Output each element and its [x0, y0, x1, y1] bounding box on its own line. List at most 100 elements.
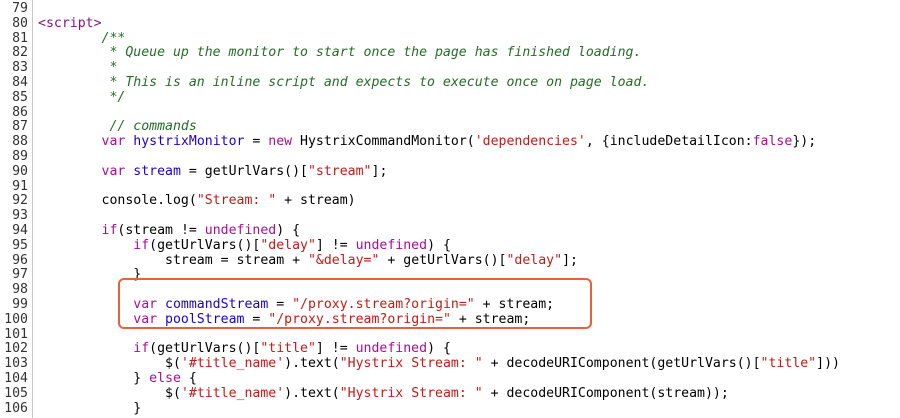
code-text: } — [38, 267, 141, 283]
code-text: */ — [38, 90, 125, 106]
code-token: } — [133, 371, 150, 386]
code-token: "Hystrix Stream: " — [339, 385, 483, 401]
code-line: 86 — [0, 104, 900, 121]
code-token: var — [101, 134, 134, 150]
code-line: 100 var poolStream = "/proxy.stream?orig… — [0, 311, 900, 328]
code-token: $( — [165, 356, 181, 372]
code-line: 102 if(getUrlVars()["title"] != undefine… — [0, 341, 900, 357]
code-text: var commandStream = "/proxy.stream?origi… — [38, 297, 554, 313]
code-token: var — [133, 297, 166, 312]
code-token: poolStream — [165, 311, 245, 327]
code-token: = — [244, 134, 269, 150]
code-token: + stream; — [450, 311, 531, 327]
line-number: 82 — [12, 45, 28, 61]
code-token: "&delay=" — [307, 252, 380, 268]
line-number: 79 — [12, 1, 28, 16]
code-line: 83 * — [0, 60, 900, 76]
code-token: "stream" — [307, 163, 372, 179]
code-token: ).text( — [284, 356, 340, 372]
code-token: + decodeURIComponent(getUrlVars()[ — [482, 356, 761, 372]
code-token: "/proxy.stream?origin=" — [292, 297, 475, 312]
code-line: 84 * This is an inline script and expect… — [0, 75, 900, 91]
code-token: <script> — [38, 15, 102, 31]
line-number: 99 — [12, 297, 28, 312]
code-token: + decodeURIComponent(stream) — [482, 385, 713, 401]
code-token: ] != — [315, 341, 356, 357]
code-token: ]; — [562, 252, 578, 268]
line-number: 105 — [4, 385, 28, 401]
code-token: "delay" — [260, 237, 316, 253]
line-number: 104 — [4, 371, 28, 386]
code-token: ) { — [427, 341, 451, 357]
code-token: 'dependencies' — [474, 134, 586, 150]
code-text: /** — [38, 31, 126, 47]
line-number: 96 — [12, 252, 28, 268]
code-token: stream — [133, 163, 181, 179]
code-line: 91 — [0, 178, 900, 195]
code-text: if(getUrlVars()["delay"] != undefined) { — [38, 237, 451, 254]
code-line: 106 } — [0, 400, 900, 417]
code-token: * — [109, 60, 118, 76]
code-token: else — [149, 371, 181, 386]
code-text: var poolStream = "/proxy.stream?origin="… — [38, 311, 531, 328]
line-number: 93 — [12, 208, 28, 224]
line-number: 92 — [12, 193, 28, 209]
code-line: 79 — [0, 1, 900, 17]
code-token: commandStream — [165, 297, 269, 312]
code-token: '#title_name' — [180, 385, 285, 401]
code-token: ])) — [816, 356, 840, 372]
line-number: 95 — [12, 237, 28, 253]
code-text: if(getUrlVars()["title"] != undefined) { — [38, 341, 451, 357]
code-token: * This is an inline script and expects t… — [109, 75, 650, 90]
code-token: $( — [165, 385, 181, 401]
code-text: console.log("Stream: " + stream) — [38, 193, 356, 209]
line-number: 101 — [4, 326, 28, 342]
code-token: var — [101, 163, 134, 179]
code-line: 88 var hystrixMonitor = new HystrixComma… — [0, 134, 900, 150]
line-number: 80 — [12, 15, 28, 31]
code-token: HystrixCommandMonitor( — [300, 134, 475, 150]
code-text: $('#title_name').text("Hystrix Stream: "… — [38, 385, 729, 402]
line-number: 90 — [12, 163, 28, 179]
code-token: "Stream: " — [196, 193, 277, 209]
code-line: 105 $('#title_name').text("Hystrix Strea… — [0, 385, 900, 402]
code-token: = — [244, 311, 269, 327]
code-text: // commands — [38, 119, 197, 135]
code-token: , {includeDetailIcon: — [585, 134, 753, 150]
line-number: 81 — [12, 30, 28, 46]
source-code-view[interactable]: 79 80 <script> 81 /** 82 * Queue up the moni… — [0, 0, 900, 418]
code-token: undefined — [355, 237, 428, 253]
line-number: 106 — [4, 400, 28, 416]
code-text: <script> — [38, 15, 102, 32]
code-token: (stream != — [117, 223, 205, 238]
line-number: 88 — [12, 134, 28, 150]
code-token: // commands — [109, 119, 197, 135]
code-text: * Queue up the monitor to start once the… — [38, 45, 641, 61]
line-number: 86 — [12, 104, 28, 120]
code-text: var hystrixMonitor = new HystrixCommandM… — [38, 134, 817, 150]
code-line: 89 — [0, 149, 900, 165]
line-number: 85 — [12, 89, 28, 105]
code-line: 85 */ — [0, 89, 900, 106]
code-token: } — [133, 400, 142, 416]
line-number: 97 — [12, 267, 28, 283]
code-token: false — [752, 134, 793, 150]
code-token: = getUrlVars()[ — [180, 163, 308, 179]
line-number: 89 — [12, 149, 28, 164]
code-token: { — [180, 371, 197, 386]
code-line: 90 var stream = getUrlVars()["stream"]; — [0, 163, 900, 180]
code-line: 92 console.log("Stream: " + stream) — [0, 193, 900, 209]
code-token: ] != — [315, 237, 356, 253]
code-text: } else { — [38, 371, 197, 387]
line-number: 91 — [12, 178, 28, 194]
code-token: ).text( — [284, 385, 340, 401]
